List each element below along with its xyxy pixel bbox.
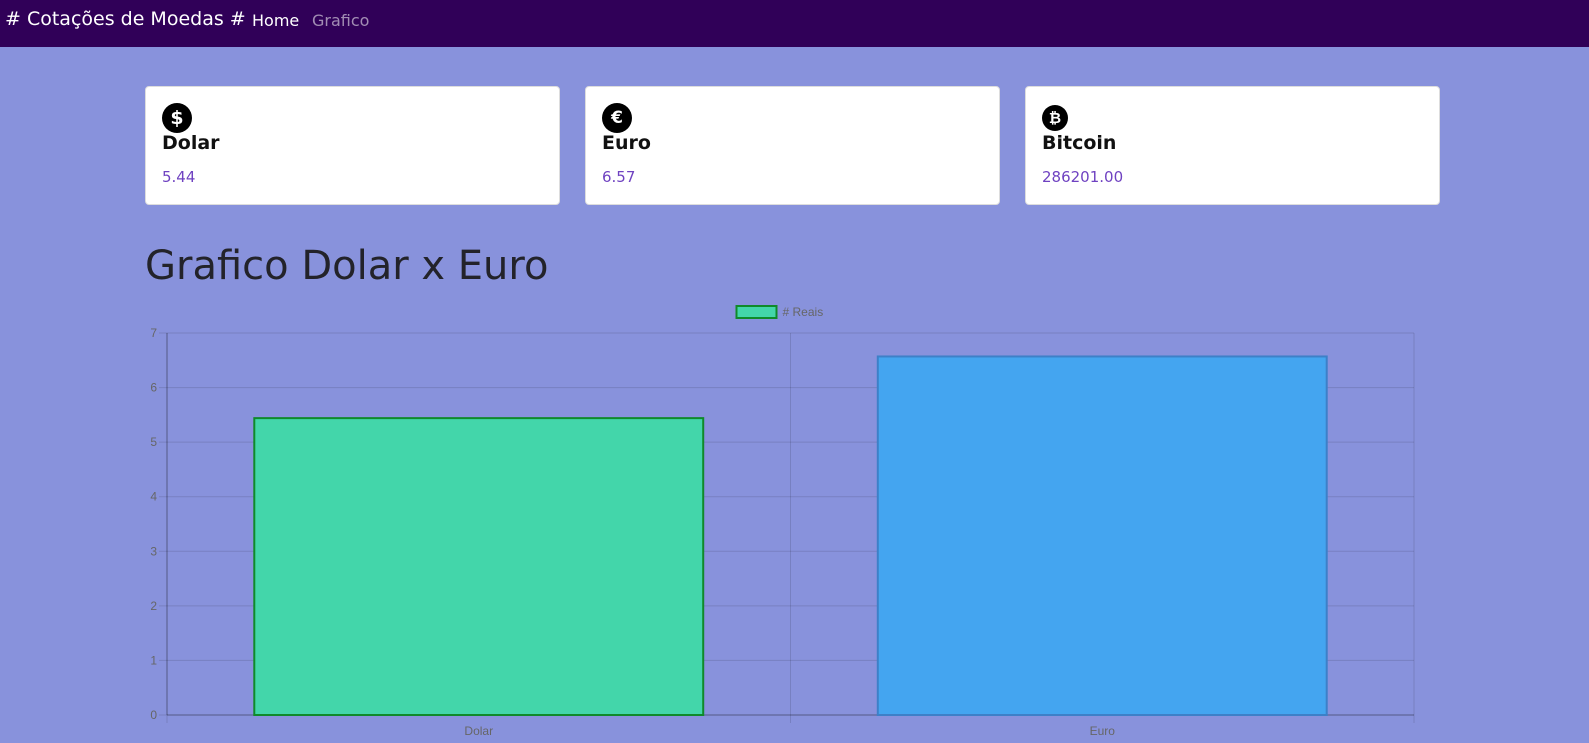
navbar: # Cotações de Moedas # Home Grafico xyxy=(0,0,1589,47)
card-dolar: $ Dolar 5.44 xyxy=(145,86,560,205)
bar-euro xyxy=(876,355,1328,716)
y-tick-label: 2 xyxy=(150,599,157,613)
card-euro: € Euro 6.57 xyxy=(585,86,1000,205)
nav-link-home[interactable]: Home xyxy=(252,11,299,30)
card-value: 286201.00 xyxy=(1042,168,1124,186)
page-title: Grafico Dolar x Euro xyxy=(145,243,549,289)
bitcoin-icon: ₿ xyxy=(1042,105,1068,131)
y-tick-label: 1 xyxy=(150,653,157,667)
card-title: Euro xyxy=(602,132,651,154)
y-tick-label: 7 xyxy=(150,326,157,340)
nav-link-grafico[interactable]: Grafico xyxy=(312,11,369,30)
x-tick-label: Dolar xyxy=(464,724,493,738)
dollar-icon: $ xyxy=(162,103,192,133)
euro-icon: € xyxy=(602,103,632,133)
card-title: Dolar xyxy=(162,132,220,154)
legend-swatch xyxy=(735,305,778,319)
y-tick-label: 3 xyxy=(150,544,157,558)
bar-chart: 0 1 2 3 4 5 6 7 Dolar Euro # Reais xyxy=(150,305,1415,738)
y-tick-label: 0 xyxy=(150,708,157,722)
y-tick-label: 4 xyxy=(150,490,157,504)
card-title: Bitcoin xyxy=(1042,132,1117,154)
y-tick-label: 6 xyxy=(150,381,157,395)
card-value: 5.44 xyxy=(162,168,196,186)
card-bitcoin: ₿ Bitcoin 286201.00 xyxy=(1025,86,1440,205)
y-tick-label: 5 xyxy=(150,435,157,449)
brand-title[interactable]: # Cotações de Moedas # xyxy=(5,8,246,30)
card-value: 6.57 xyxy=(602,168,636,186)
legend-label: # Reais xyxy=(783,305,824,319)
bar-dolar xyxy=(253,417,705,716)
x-tick-label: Euro xyxy=(1090,724,1116,738)
